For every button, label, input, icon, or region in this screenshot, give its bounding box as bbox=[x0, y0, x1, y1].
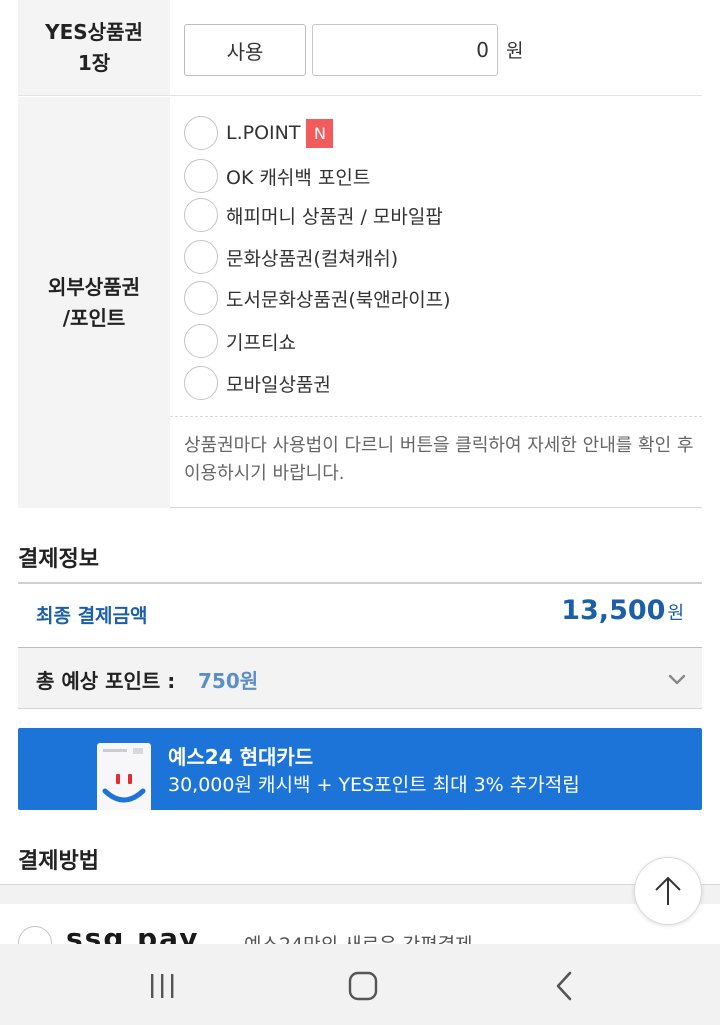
card-promo-banner[interactable]: 예스24 현대카드 30,000원 캐시백 + YES포인트 최대 3% 추가적… bbox=[18, 728, 702, 810]
option-ok-cashbag[interactable]: OK 캐쉬백 포인트 bbox=[184, 158, 370, 194]
radio-button[interactable] bbox=[184, 116, 218, 150]
yes-voucher-row: YES상품권 1장 사용 원 bbox=[18, 0, 702, 96]
option-label: 기프티쇼 bbox=[226, 331, 296, 354]
system-navigation-bar bbox=[0, 944, 720, 1025]
section-divider bbox=[18, 582, 702, 584]
home-icon bbox=[348, 971, 378, 1001]
expected-points-toggle[interactable]: 총 예상 포인트 : 750원 bbox=[18, 647, 702, 709]
recent-apps-icon bbox=[151, 974, 174, 998]
dashed-divider bbox=[170, 416, 702, 417]
option-mobile-voucher[interactable]: 모바일상품권 bbox=[184, 365, 331, 401]
payment-method-title: 결제방법 bbox=[18, 849, 99, 874]
radio-button[interactable] bbox=[184, 281, 218, 315]
points-label: 총 예상 포인트 : bbox=[36, 669, 176, 693]
currency-unit: 원 bbox=[506, 40, 524, 62]
radio-button[interactable] bbox=[184, 159, 218, 193]
final-amount-value: 13,500 bbox=[561, 595, 666, 626]
chevron-down-icon[interactable] bbox=[666, 668, 688, 690]
radio-button[interactable] bbox=[184, 198, 218, 232]
option-label: L.POINT bbox=[226, 122, 301, 144]
ssg-pay-option[interactable]: ssg pay 예스24만의 새로운 간편결제 bbox=[0, 904, 720, 944]
radio-button[interactable] bbox=[18, 926, 52, 944]
radio-button[interactable] bbox=[184, 324, 218, 358]
credit-card-image bbox=[97, 743, 151, 810]
ssg-pay-logo: ssg pay bbox=[66, 922, 200, 944]
option-culture-voucher[interactable]: 문화상품권(컬쳐캐쉬) bbox=[184, 239, 398, 275]
radio-button[interactable] bbox=[184, 366, 218, 400]
ssg-pay-description: 예스24만의 새로운 간편결제 bbox=[244, 930, 473, 944]
option-lpoint[interactable]: L.POINT N bbox=[184, 115, 334, 151]
radio-button[interactable] bbox=[184, 240, 218, 274]
card-banner-description: 30,000원 캐시백 + YES포인트 최대 3% 추가적립 bbox=[168, 774, 580, 796]
final-amount-unit: 원 bbox=[667, 603, 684, 624]
option-label: 모바일상품권 bbox=[226, 373, 331, 396]
option-label: 문화상품권(컬쳐캐쉬) bbox=[226, 247, 399, 270]
voucher-amount-input[interactable] bbox=[312, 24, 498, 76]
final-amount: 13,500 원 bbox=[561, 595, 684, 626]
back-icon bbox=[556, 971, 572, 1001]
arrow-up-icon bbox=[655, 876, 681, 905]
points-value: 750원 bbox=[198, 669, 259, 693]
voucher-table: YES상품권 1장 사용 원 외부상품권 /포인트 L.POINT N OK 캐… bbox=[18, 0, 702, 508]
new-badge: N bbox=[306, 118, 334, 148]
yes-voucher-label: YES상품권 1장 bbox=[18, 0, 170, 95]
option-giftishow[interactable]: 기프티쇼 bbox=[184, 323, 296, 359]
section-band bbox=[0, 884, 720, 904]
voucher-notice: 상품권마다 사용법이 다르니 버튼을 클릭하여 자세한 안내를 확인 후 이용하… bbox=[184, 435, 694, 484]
home-button[interactable] bbox=[343, 966, 383, 1006]
card-banner-title: 예스24 현대카드 bbox=[168, 745, 314, 769]
final-amount-label: 최종 결제금액 bbox=[36, 605, 148, 627]
use-voucher-button[interactable]: 사용 bbox=[184, 24, 306, 76]
smile-icon bbox=[102, 748, 146, 803]
payment-info-title: 결제정보 bbox=[18, 547, 99, 572]
option-label: 도서문화상품권(북앤라이프) bbox=[226, 288, 451, 311]
option-label: 해피머니 상품권 / 모바일팝 bbox=[226, 205, 443, 228]
option-happymoney[interactable]: 해피머니 상품권 / 모바일팝 bbox=[184, 197, 443, 233]
scroll-to-top-button[interactable] bbox=[634, 857, 702, 925]
external-voucher-row: 외부상품권 /포인트 L.POINT N OK 캐쉬백 포인트 해피머니 상품권… bbox=[18, 97, 702, 508]
option-label: OK 캐쉬백 포인트 bbox=[226, 166, 371, 189]
recent-apps-button[interactable] bbox=[142, 966, 182, 1006]
external-voucher-label: 외부상품권 /포인트 bbox=[18, 97, 170, 508]
back-button[interactable] bbox=[545, 966, 585, 1006]
option-book-culture-voucher[interactable]: 도서문화상품권(북앤라이프) bbox=[184, 280, 451, 316]
